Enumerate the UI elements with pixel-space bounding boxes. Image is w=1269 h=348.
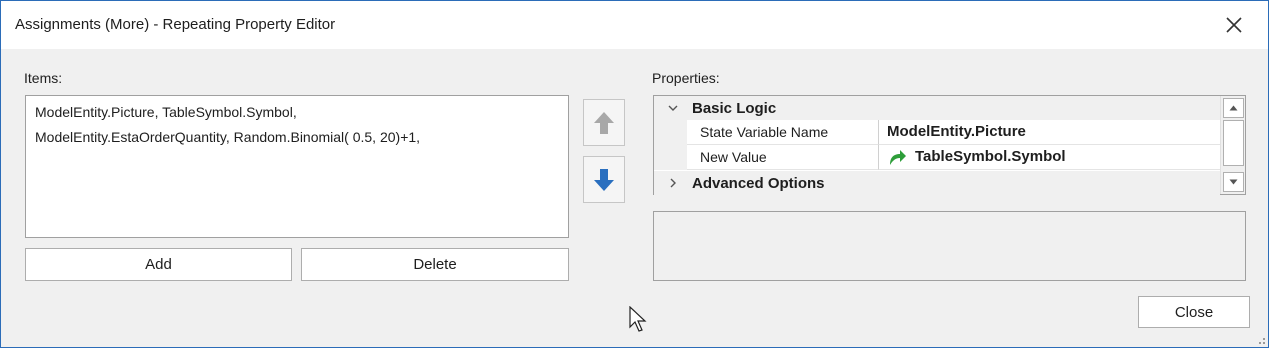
vertical-scrollbar[interactable]	[1220, 96, 1245, 194]
row-indent	[654, 145, 687, 170]
chevron-right-icon[interactable]	[654, 177, 692, 189]
items-textbox[interactable]: ModelEntity.Picture, TableSymbol.Symbol,…	[25, 95, 569, 238]
property-description-panel	[653, 211, 1246, 281]
property-name: New Value	[687, 145, 879, 170]
items-line-2: ModelEntity.EstaOrderQuantity, Random.Bi…	[35, 129, 421, 145]
category-advanced-options[interactable]: Advanced Options	[654, 171, 1220, 195]
scroll-thumb[interactable]	[1223, 120, 1244, 166]
properties-label: Properties:	[652, 70, 720, 86]
scroll-down-button[interactable]	[1223, 172, 1244, 192]
category-basic-logic[interactable]: Basic Logic	[654, 96, 1220, 120]
triangle-up-icon	[1229, 105, 1238, 111]
items-label: Items:	[24, 70, 63, 86]
move-up-button[interactable]	[583, 99, 625, 146]
move-down-button[interactable]	[583, 156, 625, 203]
triangle-down-icon	[1229, 179, 1238, 185]
delete-button[interactable]: Delete	[301, 248, 569, 281]
property-name: State Variable Name	[687, 120, 879, 145]
property-value-text: ModelEntity.Picture	[887, 123, 1026, 140]
scroll-up-button[interactable]	[1223, 98, 1244, 118]
add-button[interactable]: Add	[25, 248, 292, 281]
category-label: Advanced Options	[692, 174, 825, 192]
arrow-down-icon	[594, 168, 614, 191]
row-indent	[654, 120, 687, 145]
property-value[interactable]: ModelEntity.Picture	[879, 120, 1220, 145]
close-button[interactable]: Close	[1138, 296, 1250, 328]
property-row-new-value[interactable]: New Value TableSymbol.Symbol	[654, 145, 1220, 170]
mouse-pointer-icon	[629, 306, 647, 332]
window-title: Assignments (More) - Repeating Property …	[15, 16, 336, 33]
curved-arrow-icon	[890, 150, 906, 165]
category-label: Basic Logic	[692, 99, 777, 117]
property-row-state-variable-name[interactable]: State Variable Name ModelEntity.Picture	[654, 120, 1220, 145]
resize-grip-icon[interactable]	[1256, 335, 1266, 345]
chevron-down-icon[interactable]	[654, 103, 692, 113]
items-line-1: ModelEntity.Picture, TableSymbol.Symbol,	[35, 104, 297, 120]
close-window-button[interactable]	[1217, 10, 1251, 40]
property-value-text: TableSymbol.Symbol	[915, 148, 1066, 165]
title-bar: Assignments (More) - Repeating Property …	[1, 1, 1268, 49]
property-grid: Basic Logic State Variable Name ModelEnt…	[653, 95, 1246, 195]
close-icon	[1226, 17, 1242, 33]
property-value[interactable]: TableSymbol.Symbol	[879, 145, 1220, 170]
arrow-up-icon	[594, 111, 614, 134]
dialog-window: Assignments (More) - Repeating Property …	[0, 0, 1269, 348]
